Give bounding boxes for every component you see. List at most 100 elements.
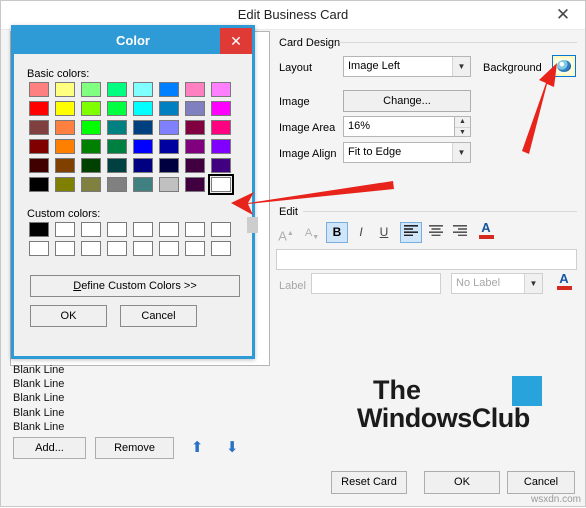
basic-color-swatch[interactable] <box>211 82 231 97</box>
basic-color-swatch[interactable] <box>107 158 127 173</box>
basic-color-swatch[interactable] <box>29 158 49 173</box>
card-text-input[interactable] <box>276 249 577 270</box>
ok-button[interactable]: OK <box>424 471 500 494</box>
basic-color-swatch[interactable] <box>29 82 49 97</box>
basic-color-swatch[interactable] <box>55 158 75 173</box>
align-right-icon[interactable] <box>449 222 471 243</box>
reset-card-button[interactable]: Reset Card <box>331 471 407 494</box>
custom-color-swatch[interactable] <box>185 241 205 256</box>
basic-color-swatch[interactable] <box>107 101 127 116</box>
color-cancel-button[interactable]: Cancel <box>120 305 197 327</box>
custom-color-swatch[interactable] <box>55 222 75 237</box>
basic-color-swatch[interactable] <box>211 120 231 135</box>
basic-color-swatch[interactable] <box>185 120 205 135</box>
basic-color-swatch[interactable] <box>159 82 179 97</box>
change-image-button[interactable]: Change... <box>343 90 471 112</box>
label-color-button[interactable]: A <box>553 271 575 295</box>
basic-color-swatch[interactable] <box>81 177 101 192</box>
basic-color-swatch[interactable] <box>159 177 179 192</box>
basic-color-swatch[interactable] <box>55 177 75 192</box>
custom-color-swatch[interactable] <box>107 241 127 256</box>
basic-color-swatch[interactable] <box>159 139 179 154</box>
stepper-up-icon[interactable]: ▲ <box>455 117 470 128</box>
list-item[interactable]: Blank Line <box>13 377 263 391</box>
custom-color-swatch[interactable] <box>133 241 153 256</box>
basic-color-swatch[interactable] <box>133 101 153 116</box>
basic-color-swatch[interactable] <box>159 120 179 135</box>
basic-color-swatch[interactable] <box>211 158 231 173</box>
layout-select[interactable]: Image Left ▼ <box>343 56 471 77</box>
remove-button[interactable]: Remove <box>95 437 175 459</box>
align-left-icon[interactable] <box>400 222 422 243</box>
close-icon[interactable]: ✕ <box>541 1 585 29</box>
basic-color-swatch[interactable] <box>185 158 205 173</box>
custom-color-swatch[interactable] <box>55 241 75 256</box>
custom-color-swatch[interactable] <box>81 222 101 237</box>
basic-color-swatch[interactable] <box>133 120 153 135</box>
arrow-up-icon[interactable]: ⬆ <box>185 437 210 459</box>
list-item[interactable]: Blank Line <box>13 406 263 420</box>
basic-color-swatch[interactable] <box>211 139 231 154</box>
list-scrollbar-thumb[interactable] <box>247 217 258 233</box>
basic-color-swatch[interactable] <box>185 139 205 154</box>
basic-color-swatch[interactable] <box>185 101 205 116</box>
basic-color-swatch[interactable] <box>81 101 101 116</box>
basic-color-swatch[interactable] <box>29 101 49 116</box>
list-item[interactable]: Blank Line <box>13 391 263 405</box>
add-button[interactable]: Add... <box>13 437 86 459</box>
basic-color-swatch-selected[interactable] <box>208 174 234 195</box>
basic-color-swatch[interactable] <box>55 101 75 116</box>
basic-color-swatch[interactable] <box>133 82 153 97</box>
basic-color-swatch[interactable] <box>159 158 179 173</box>
cancel-button[interactable]: Cancel <box>507 471 575 494</box>
font-color-button[interactable]: A <box>475 220 497 244</box>
font-grow-button[interactable]: A▲ <box>275 223 297 244</box>
basic-color-swatch[interactable] <box>107 82 127 97</box>
basic-color-swatch[interactable] <box>107 177 127 192</box>
basic-color-swatch[interactable] <box>81 82 101 97</box>
basic-color-swatch[interactable] <box>55 82 75 97</box>
custom-color-swatch[interactable] <box>29 241 49 256</box>
list-item[interactable]: Blank Line <box>13 420 263 434</box>
basic-color-swatch[interactable] <box>107 120 127 135</box>
list-item[interactable]: Blank Line <box>13 363 263 377</box>
basic-color-swatch[interactable] <box>185 177 205 192</box>
basic-color-swatch[interactable] <box>159 101 179 116</box>
custom-color-swatch[interactable] <box>81 241 101 256</box>
basic-color-swatch[interactable] <box>211 101 231 116</box>
basic-color-swatch[interactable] <box>81 139 101 154</box>
basic-color-swatch[interactable] <box>81 120 101 135</box>
stepper-down-icon[interactable]: ▼ <box>455 128 470 137</box>
image-align-select[interactable]: Fit to Edge ▼ <box>343 142 471 163</box>
image-area-input[interactable]: 16% <box>343 116 455 137</box>
color-ok-button[interactable]: OK <box>30 305 107 327</box>
basic-color-swatch[interactable] <box>133 158 153 173</box>
basic-color-swatch[interactable] <box>55 120 75 135</box>
bold-button[interactable]: B <box>326 222 348 243</box>
custom-color-swatch[interactable] <box>211 241 231 256</box>
basic-color-swatch[interactable] <box>133 177 153 192</box>
custom-color-swatch[interactable] <box>133 222 153 237</box>
basic-color-swatch[interactable] <box>107 139 127 154</box>
background-color-button[interactable] <box>552 55 576 77</box>
image-area-stepper[interactable]: ▲ ▼ <box>455 116 471 137</box>
italic-button[interactable]: I <box>350 222 372 243</box>
basic-color-swatch[interactable] <box>185 82 205 97</box>
color-dialog-close-icon[interactable]: ✕ <box>220 28 252 54</box>
custom-color-swatch[interactable] <box>29 222 49 237</box>
custom-color-swatch[interactable] <box>185 222 205 237</box>
basic-color-swatch[interactable] <box>29 177 49 192</box>
arrow-down-icon[interactable]: ⬇ <box>220 437 245 459</box>
define-custom-colors-button[interactable]: Define Custom Colors >> <box>30 275 240 297</box>
custom-color-swatch[interactable] <box>159 222 179 237</box>
basic-color-swatch[interactable] <box>133 139 153 154</box>
basic-color-swatch[interactable] <box>55 139 75 154</box>
basic-colors-grid[interactable] <box>29 82 243 196</box>
align-center-icon[interactable] <box>425 222 447 243</box>
custom-color-swatch[interactable] <box>211 222 231 237</box>
no-label-select[interactable]: No Label ▼ <box>451 273 543 294</box>
basic-color-swatch[interactable] <box>29 139 49 154</box>
basic-color-swatch[interactable] <box>81 158 101 173</box>
custom-colors-grid[interactable] <box>29 222 243 262</box>
label-input[interactable] <box>311 273 441 294</box>
